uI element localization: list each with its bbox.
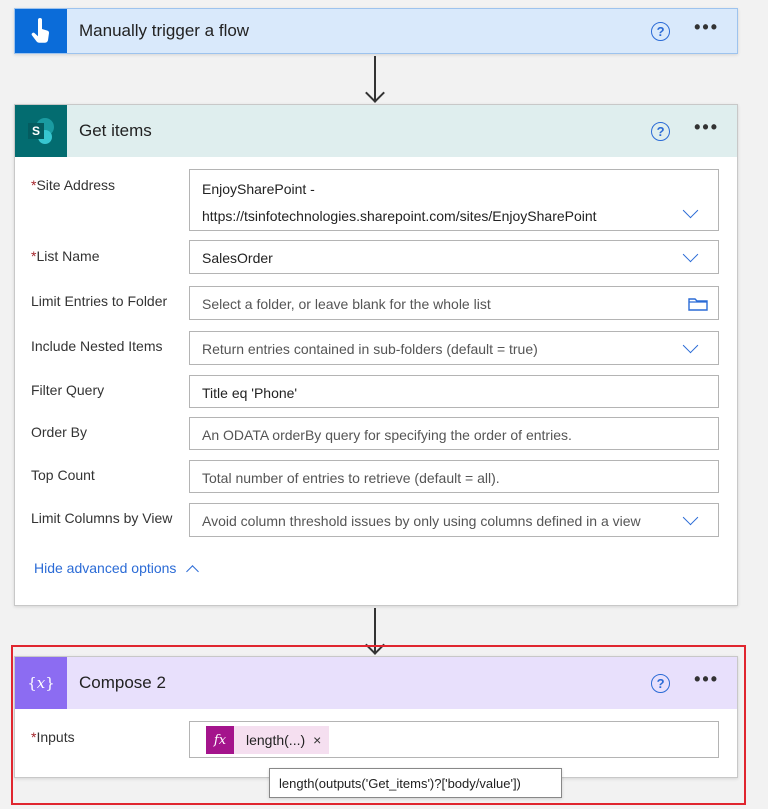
site-address-row: *Site Address EnjoySharePoint - https://… bbox=[31, 169, 719, 231]
hand-touch-icon bbox=[15, 9, 67, 53]
nested-items-label: Include Nested Items bbox=[31, 338, 163, 354]
limit-folder-row: Limit Entries to Folder Select a folder,… bbox=[31, 286, 719, 320]
get-items-title: Get items bbox=[79, 121, 152, 140]
list-name-label: *List Name bbox=[31, 248, 100, 264]
limit-folder-field[interactable]: Select a folder, or leave blank for the … bbox=[189, 286, 719, 320]
sharepoint-icon: S bbox=[15, 105, 67, 157]
list-name-row: *List Name SalesOrder bbox=[31, 240, 719, 274]
limit-columns-row: Limit Columns by View Avoid column thres… bbox=[31, 503, 719, 537]
list-name-field[interactable]: SalesOrder bbox=[189, 240, 719, 274]
site-address-label: *Site Address bbox=[31, 177, 116, 193]
trigger-card[interactable]: Manually trigger a flow ? ••• bbox=[14, 8, 738, 54]
more-options-icon[interactable]: ••• bbox=[694, 18, 719, 40]
top-count-field[interactable]: Total number of entries to retrieve (def… bbox=[189, 460, 719, 493]
chevron-up-icon bbox=[186, 564, 200, 578]
order-by-field[interactable]: An ODATA orderBy query for specifying th… bbox=[189, 417, 719, 450]
limit-columns-field[interactable]: Avoid column threshold issues by only us… bbox=[189, 503, 719, 537]
order-by-label: Order By bbox=[31, 424, 88, 440]
folder-icon[interactable] bbox=[688, 297, 708, 311]
trigger-header[interactable]: Manually trigger a flow ? ••• bbox=[15, 9, 737, 53]
chevron-down-icon[interactable] bbox=[682, 337, 699, 354]
top-count-row: Top Count Total number of entries to ret… bbox=[31, 460, 719, 493]
help-icon[interactable]: ? bbox=[651, 21, 671, 41]
get-items-header[interactable]: S Get items ? ••• bbox=[15, 105, 737, 157]
limit-columns-label: Limit Columns by View bbox=[31, 510, 173, 526]
nested-items-field[interactable]: Return entries contained in sub-folders … bbox=[189, 331, 719, 365]
limit-folder-label: Limit Entries to Folder bbox=[31, 293, 168, 309]
filter-query-row: Filter Query Title eq 'Phone' bbox=[31, 375, 719, 408]
get-items-card: S Get items ? ••• *Site Address EnjoySha… bbox=[14, 104, 738, 606]
chevron-down-icon[interactable] bbox=[682, 202, 699, 219]
chevron-down-icon[interactable] bbox=[682, 246, 699, 263]
site-address-field[interactable]: EnjoySharePoint - https://tsinfotechnolo… bbox=[189, 169, 719, 231]
more-options-icon[interactable]: ••• bbox=[694, 118, 719, 140]
nested-items-row: Include Nested Items Return entries cont… bbox=[31, 331, 719, 365]
order-by-row: Order By An ODATA orderBy query for spec… bbox=[31, 417, 719, 450]
trigger-title: Manually trigger a flow bbox=[79, 21, 250, 40]
top-count-label: Top Count bbox=[31, 467, 95, 483]
filter-query-field[interactable]: Title eq 'Phone' bbox=[189, 375, 719, 408]
help-icon[interactable]: ? bbox=[651, 121, 671, 141]
hide-advanced-options-link[interactable]: Hide advanced options bbox=[34, 560, 200, 578]
chevron-down-icon[interactable] bbox=[682, 509, 699, 526]
filter-query-label: Filter Query bbox=[31, 382, 105, 398]
expression-tooltip: length(outputs('Get_items')?['body/value… bbox=[269, 768, 562, 798]
